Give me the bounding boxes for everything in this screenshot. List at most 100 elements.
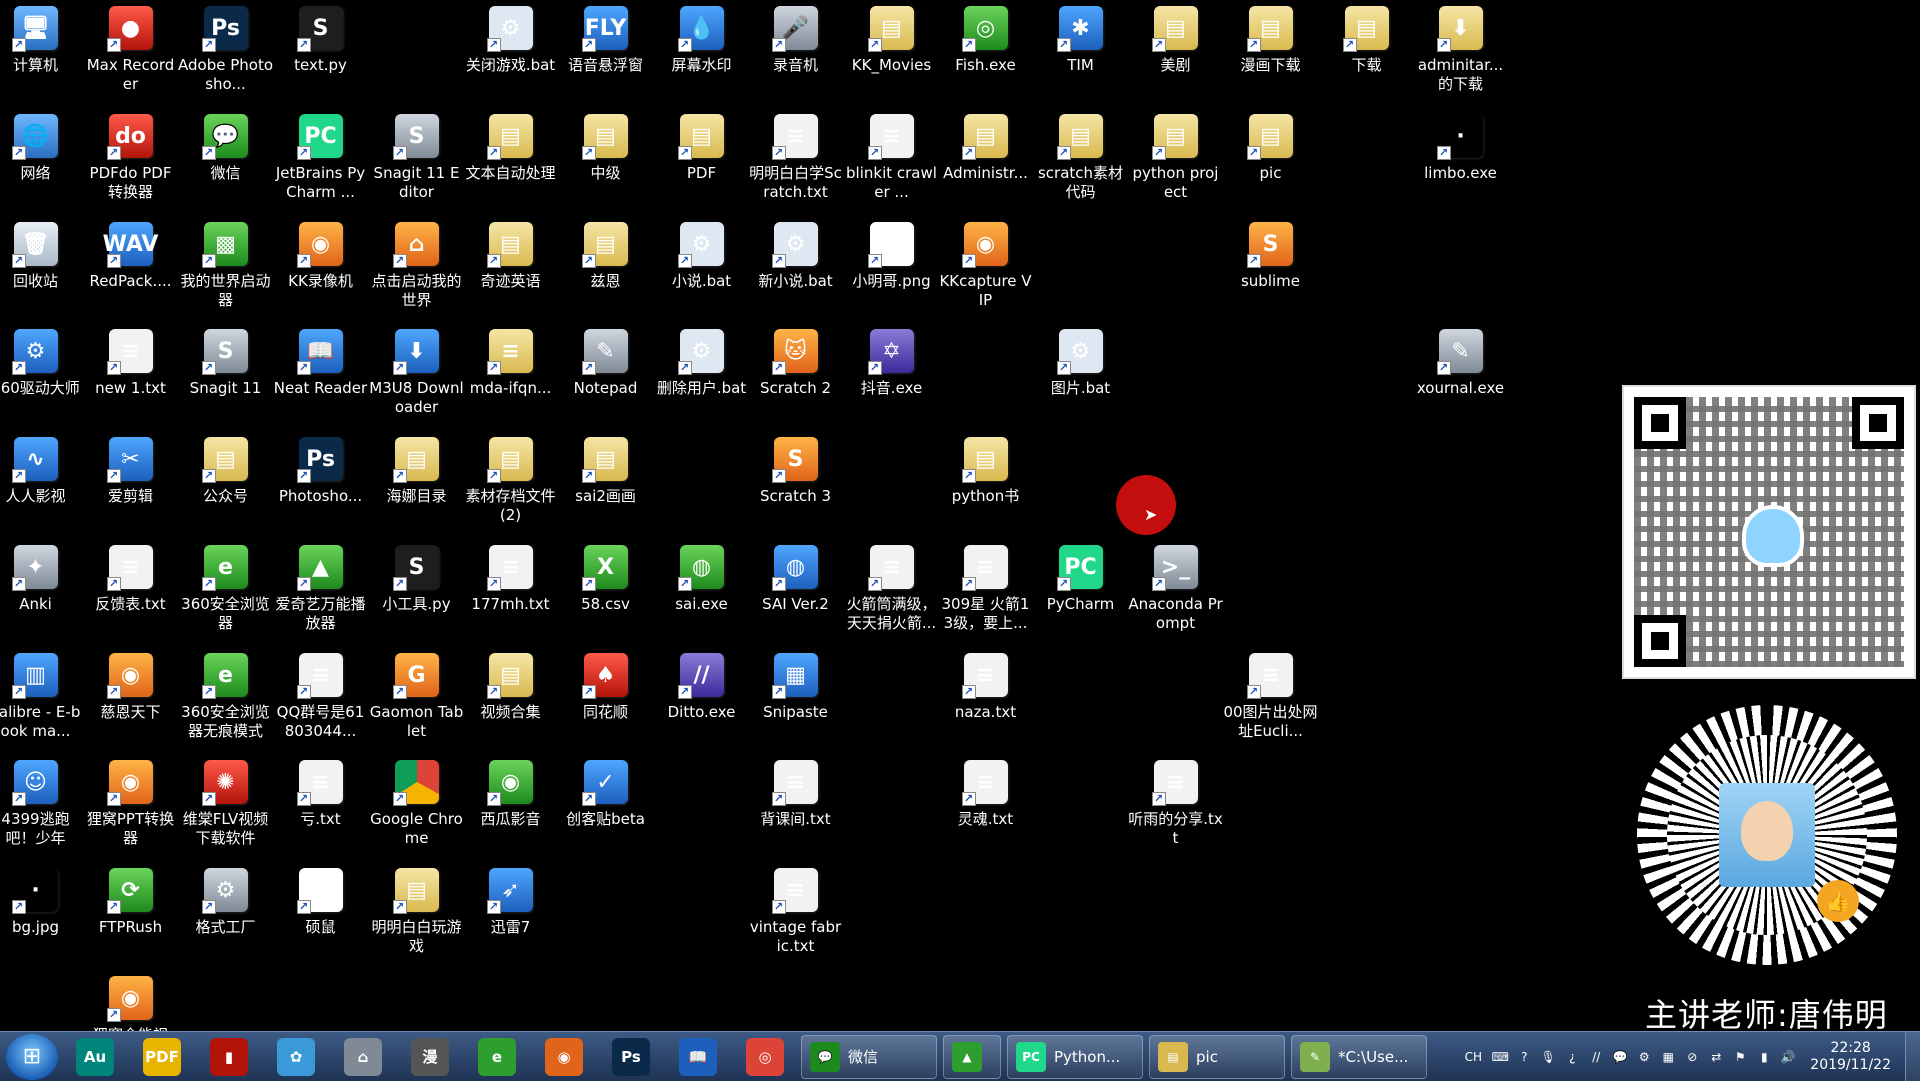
desktop-icon-folder[interactable]: ▤ pic	[1223, 108, 1318, 212]
desktop-icon-folder[interactable]: ▤ 视频合集	[463, 647, 558, 751]
desktop-icon-network[interactable]: 🌐 网络	[0, 108, 83, 212]
desktop-icon-folder[interactable]: ▤ 文本自动处理	[463, 108, 558, 212]
desktop-icon-folder[interactable]: ▤ 漫画下载	[1223, 0, 1318, 104]
desktop-icon-flv-downloader[interactable]: ✺ 维棠FLV视频下载软件	[178, 754, 273, 858]
desktop-icon-scratch[interactable]: S Scratch 3	[748, 431, 843, 535]
desktop-icon-douyin[interactable]: ✡ 抖音.exe	[844, 323, 939, 427]
desktop-icon-app[interactable]: · limbo.exe	[1413, 108, 1508, 212]
desktop-icon-downloader[interactable]: ⬇ M3U8 Downloader	[369, 323, 464, 427]
flag-icon[interactable]: ⚑	[1731, 1048, 1749, 1066]
stop-tray-icon[interactable]: ⊘	[1683, 1048, 1701, 1066]
desktop-icon-photoshop[interactable]: Ps Adobe Photosho...	[178, 0, 273, 104]
desktop-icon-calibre[interactable]: ▥ calibre - E-book ma...	[0, 647, 83, 751]
desktop-icon-pycharm[interactable]: PC JetBrains PyCharm ...	[273, 108, 368, 212]
desktop-icon-app[interactable]: ◉ 慈恩天下	[83, 647, 178, 751]
taskbar-pin-book[interactable]: ▮	[199, 1035, 259, 1079]
desktop-icon-chrome[interactable]: Google Chrome	[369, 754, 464, 858]
desktop-icon-csv-file[interactable]: X 58.csv	[558, 539, 653, 643]
desktop-icon-text-file[interactable]: ≡ 反馈表.txt	[83, 539, 178, 643]
desktop-icon-folder[interactable]: ▤ 素材存档文件(2)	[463, 431, 558, 535]
desktop-icon-design-app[interactable]: ✓ 创客贴beta	[558, 754, 653, 858]
desktop-icon-pycharm[interactable]: PC PyCharm	[1033, 539, 1128, 643]
desktop-icon-snipaste[interactable]: ▦ Snipaste	[748, 647, 843, 751]
desktop-icon-pdf-converter[interactable]: do PDFdo PDF转换器	[83, 108, 178, 212]
desktop-icon-batch-file[interactable]: ⚙ 新小说.bat	[748, 216, 843, 320]
desktop-icon-folder[interactable]: ▤ 海娜目录	[369, 431, 464, 535]
desktop-icon-folder[interactable]: ▤ KK_Movies	[844, 0, 939, 104]
desktop-icon-text-file[interactable]: ≡ QQ群号是61803044...	[273, 647, 368, 751]
desktop-icon-microphone[interactable]: 🎤 录音机	[748, 0, 843, 104]
desktop-icon-text-file[interactable]: ≡ 听雨的分享.txt	[1128, 754, 1223, 858]
desktop-icon-record[interactable]: ● Max Recorder	[83, 0, 178, 104]
desktop-icon-text-file[interactable]: ≡ new 1.txt	[83, 323, 178, 427]
desktop-icon-batch-file[interactable]: ⚙ 删除用户.bat	[654, 323, 749, 427]
desktop-icon-text-file[interactable]: ≡ mda-ifqn...	[463, 323, 558, 427]
desktop-icon-sublime[interactable]: Ssublime	[1223, 216, 1318, 320]
desktop-icon-reader[interactable]: 📖 Neat Reader	[273, 323, 368, 427]
desktop-icon-folder[interactable]: ▤ scratch素材代码	[1033, 108, 1128, 212]
mic-icon[interactable]: 🎙	[1539, 1048, 1557, 1066]
desktop-icon-ftp[interactable]: ⟳ FTPRush	[83, 862, 178, 966]
desktop-icon-audio-file[interactable]: WAV RedPack....	[83, 216, 178, 320]
desktop-icon-folder[interactable]: ▤ 奇迹英语	[463, 216, 558, 320]
desktop-icon-format-factory[interactable]: ⚙ 格式工厂	[178, 862, 273, 966]
desktop-icon-ditto[interactable]: // Ditto.exe	[654, 647, 749, 751]
taskbar-pin-audition[interactable]: Au	[65, 1035, 125, 1079]
desktop-icon-text-file[interactable]: ≡ 明明白白学Scratch.txt	[748, 108, 843, 212]
desktop-icon-text-file[interactable]: ≡ blinkit crawler ...	[844, 108, 939, 212]
taskbar-notepad[interactable]: ✎ *C:\Use...	[1291, 1034, 1427, 1079]
ditto-tray-icon[interactable]: //	[1587, 1048, 1605, 1066]
desktop-icon-folder[interactable]: ▤ 下载	[1319, 0, 1414, 104]
network-tray-icon[interactable]: ⇄	[1707, 1048, 1725, 1066]
desktop-icon-snagit[interactable]: S Snagit 11 Editor	[369, 108, 464, 212]
desktop-icon-photoshop[interactable]: Ps Photosho...	[273, 431, 368, 535]
desktop-icon-kk-recorder[interactable]: ◉ KK录像机	[273, 216, 368, 320]
desktop-icon-terminal[interactable]: >_ Anaconda Prompt	[1128, 539, 1223, 643]
desktop-icon-minecraft[interactable]: ▩ 我的世界启动器	[178, 216, 273, 320]
start-button[interactable]: ⊞	[6, 1033, 58, 1080]
desktop-icon-scratch[interactable]: 🐱 Scratch 2	[748, 323, 843, 427]
show-desktop-button[interactable]	[1905, 1032, 1920, 1081]
desktop-icon-batch-file[interactable]: ⚙ 小说.bat	[654, 216, 749, 320]
desktop-icon-video-editor[interactable]: ✂ 爱剪辑	[83, 431, 178, 535]
desktop-icon-text-file[interactable]: ≡ 背课间.txt	[748, 754, 843, 858]
desktop-icon-stock-app[interactable]: ♠ 同花顺	[558, 647, 653, 751]
desktop-icon-folder[interactable]: ▤ Administr...	[938, 108, 1033, 212]
desktop-icon-voice[interactable]: FLY 语音悬浮窗	[558, 0, 653, 104]
desktop-icon-text-file[interactable]: ≡ naza.txt	[938, 647, 1033, 751]
desktop-icon-sai[interactable]: ◍ sai.exe	[654, 539, 749, 643]
desktop-icon-download-folder[interactable]: ⬇ adminitar...的下载	[1413, 0, 1508, 104]
desktop-icon-driver[interactable]: ⚙ 360驱动大师	[0, 323, 83, 427]
taskbar-pin-comic[interactable]: 漫	[400, 1035, 460, 1079]
taskbar-pin-reader[interactable]: 📖	[668, 1035, 728, 1079]
desktop-icon-video-converter[interactable]: ◉狸窝全能视频...	[83, 970, 178, 1031]
taskbar-pin-browser[interactable]: e	[467, 1035, 527, 1079]
desktop-icon-snagit[interactable]: S Snagit 11	[178, 323, 273, 427]
desktop-icon-image-file[interactable]: · bg.jpg	[0, 862, 83, 966]
desktop-icon-ppt-converter[interactable]: ◉ 狸窝PPT转换器	[83, 754, 178, 858]
desktop-icon-batch-file[interactable]: ⚙ 关闭游戏.bat	[463, 0, 558, 104]
desktop-icon-text-file[interactable]: ≡ 灵魂.txt	[938, 754, 1033, 858]
desktop-icon-video-app[interactable]: ∿ 人人影视	[0, 431, 83, 535]
desktop-icon-text-file[interactable]: ≡ vintage fabric.txt	[748, 862, 843, 966]
taskbar-wechat[interactable]: 💬 微信	[801, 1034, 937, 1079]
taskbar-pin-launcher[interactable]: ⌂	[333, 1035, 393, 1079]
desktop-icon-folder[interactable]: ▤ PDF	[654, 108, 749, 212]
settings-tray-icon[interactable]: ⚙	[1635, 1048, 1653, 1066]
desktop-icon-folder[interactable]: ▤ 兹恩	[558, 216, 653, 320]
desktop-icon-text-file[interactable]: ≡ 亏.txt	[273, 754, 368, 858]
desktop-icon-tim[interactable]: ✱ TIM	[1033, 0, 1128, 104]
desktop-icon-folder[interactable]: ▤ 中级	[558, 108, 653, 212]
taskbar-pin-chrome[interactable]: ◎	[735, 1035, 795, 1079]
desktop-icon-browser[interactable]: e 360安全浏览器无痕模式	[178, 647, 273, 751]
desktop-icon-browser[interactable]: e 360安全浏览器	[178, 539, 273, 643]
desktop-icon-player[interactable]: ▲ 爱奇艺万能播放器	[273, 539, 368, 643]
wechat-tray-icon[interactable]: 💬	[1611, 1048, 1629, 1066]
desktop-icon-image-file[interactable]: ☺ 小明哥.png	[844, 216, 939, 320]
desktop-icon-game[interactable]: ☺ 4399逃跑吧！少年	[0, 754, 83, 858]
taskbar-pin-photos[interactable]: ✿	[266, 1035, 326, 1079]
language-indicator[interactable]: CH	[1461, 1048, 1485, 1066]
desktop-icon-recycle-bin[interactable]: 🗑 回收站	[0, 216, 83, 320]
desktop-icon-sai[interactable]: ◍ SAI Ver.2	[748, 539, 843, 643]
desktop-icon-wechat[interactable]: 💬 微信	[178, 108, 273, 212]
